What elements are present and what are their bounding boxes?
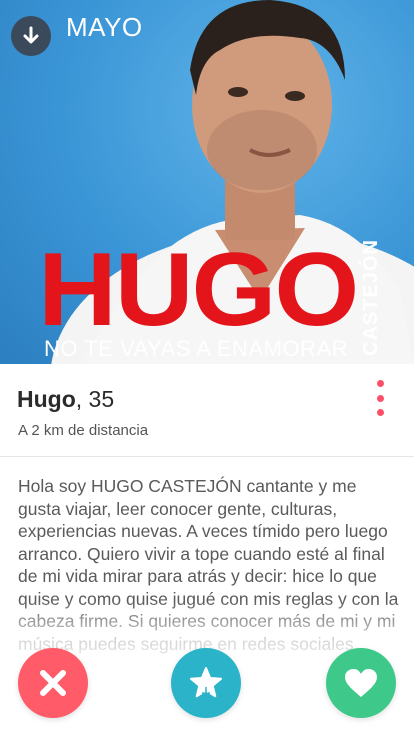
more-vertical-icon — [376, 380, 384, 387]
profile-name-age: Hugo, 35 — [17, 386, 114, 413]
heart-icon — [345, 669, 377, 697]
month-label: MAYO — [66, 12, 143, 42]
super-like-button[interactable] — [171, 648, 241, 718]
poster-vertical-text: CASTEJÓN — [360, 239, 382, 356]
more-options-button[interactable] — [370, 380, 390, 416]
profile-photo[interactable]: MAYO HUGO NO TE VAYAS A ENAMORAR CASTEJÓ… — [0, 0, 414, 364]
profile-name: Hugo — [17, 386, 76, 412]
more-dot — [376, 394, 384, 402]
nope-button[interactable] — [18, 648, 88, 718]
download-button[interactable] — [11, 16, 51, 56]
download-arrow-icon — [23, 26, 39, 44]
star-icon — [190, 667, 222, 698]
profile-distance: A 2 km de distancia — [18, 422, 149, 439]
like-button[interactable] — [326, 648, 396, 718]
poster-subtitle: NO TE VAYAS A ENAMORAR — [44, 336, 349, 361]
profile-age: , 35 — [75, 386, 115, 412]
more-dot — [376, 409, 384, 416]
profile-info[interactable]: Hugo, 35 A 2 km de distancia — [0, 364, 414, 457]
poster-title: HUGO — [38, 232, 359, 348]
close-icon — [40, 670, 66, 696]
